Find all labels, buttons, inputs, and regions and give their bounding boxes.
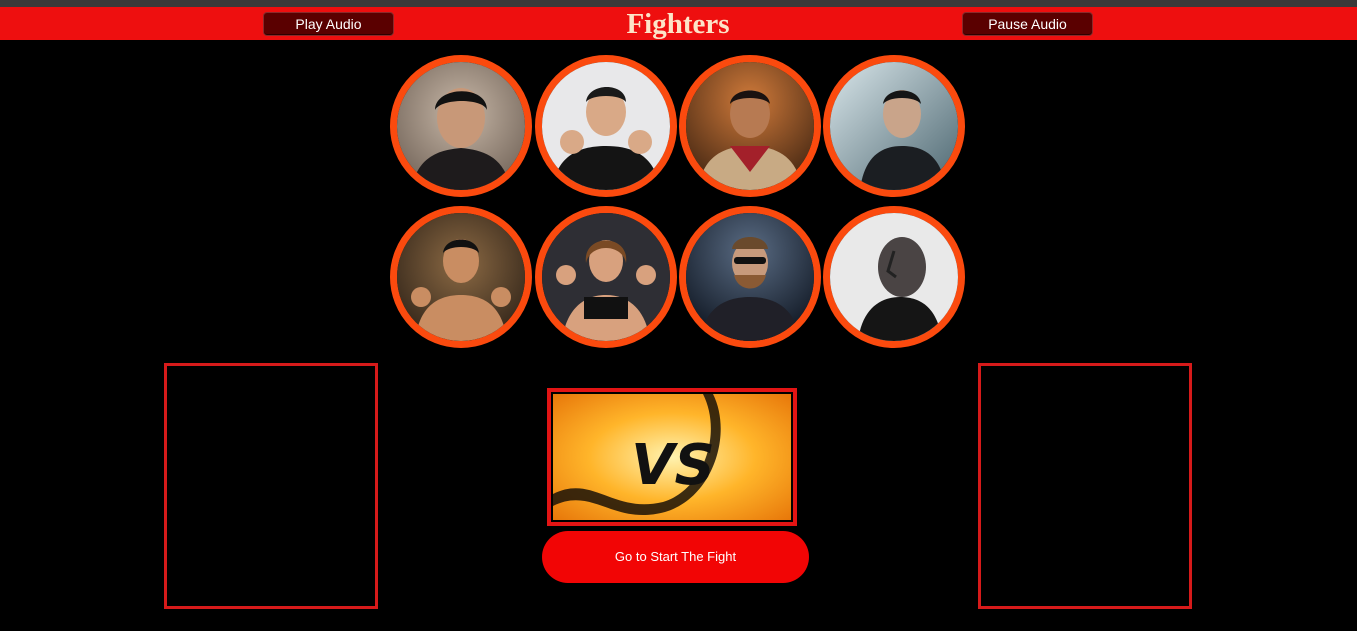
fighter-card-3[interactable] xyxy=(679,55,821,197)
window-top-strip xyxy=(0,0,1357,7)
fighter-portrait-6-icon xyxy=(542,213,670,341)
player-one-slot xyxy=(164,363,378,609)
fighter-card-8[interactable] xyxy=(823,206,965,348)
header-bar: Play Audio Fighters Pause Audio xyxy=(0,7,1357,40)
page-title: Fighters xyxy=(626,8,730,40)
fighter-portrait-8-icon xyxy=(830,213,958,341)
vs-banner: VS xyxy=(547,388,797,526)
fighter-card-5[interactable] xyxy=(390,206,532,348)
player-two-slot xyxy=(978,363,1192,609)
fighter-card-7[interactable] xyxy=(679,206,821,348)
fighter-card-6[interactable] xyxy=(535,206,677,348)
fighter-portrait-1-icon xyxy=(397,62,525,190)
fighter-portrait-4-icon xyxy=(830,62,958,190)
fighter-portrait-5-icon xyxy=(397,213,525,341)
fighter-portrait-7-icon xyxy=(686,213,814,341)
start-fight-button[interactable]: Go to Start The Fight xyxy=(542,531,809,583)
fighter-portrait-2-icon xyxy=(542,62,670,190)
fighter-card-4[interactable] xyxy=(823,55,965,197)
fighter-card-1[interactable] xyxy=(390,55,532,197)
play-audio-button[interactable]: Play Audio xyxy=(263,12,394,36)
vs-fire-icon: VS xyxy=(553,394,791,520)
fighter-card-2[interactable] xyxy=(535,55,677,197)
pause-audio-button[interactable]: Pause Audio xyxy=(962,12,1093,36)
vs-text: VS xyxy=(631,433,715,498)
fighter-portrait-3-icon xyxy=(686,62,814,190)
